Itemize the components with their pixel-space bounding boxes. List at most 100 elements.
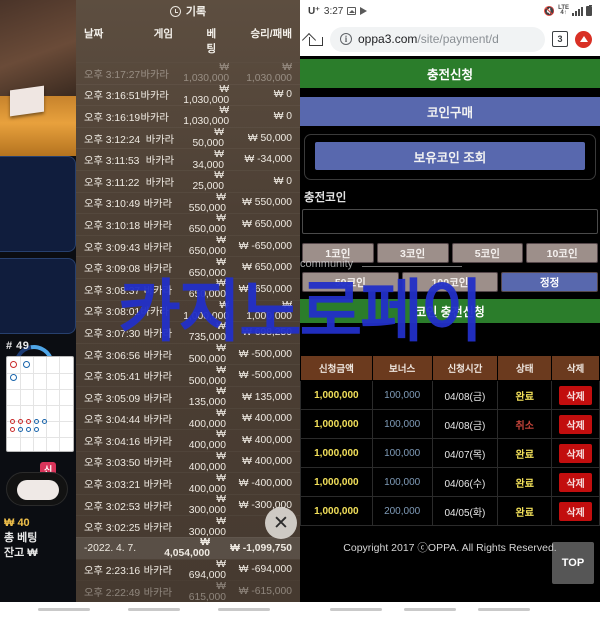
- recharge-request-button[interactable]: 충전신청: [300, 59, 600, 88]
- row-result: ₩ -650,000: [238, 240, 292, 252]
- chip-tray[interactable]: [6, 472, 68, 506]
- table-row[interactable]: 오후 3:09:08 바카라 ₩ 650,000 ₩ 650,000: [76, 256, 300, 279]
- requests-table-header: 신청금액 보너스 신청시간 상태 삭제: [300, 355, 600, 381]
- scroll-to-top-button[interactable]: TOP: [552, 542, 594, 584]
- summary-bet: ₩ 4,054,000: [164, 537, 210, 560]
- summary-row: -2022. 4. 7. ₩ 4,054,000 ₩ -1,099,750: [76, 537, 300, 559]
- table-row[interactable]: 오후 3:07:30 바카라 ₩ 735,000 ₩ 698,250: [76, 321, 300, 343]
- chip-100coin[interactable]: 100코인: [401, 272, 499, 292]
- table-row[interactable]: 오후 3:11:22 바카라 ₩ 25,000 ₩ 0: [76, 169, 300, 192]
- info-icon[interactable]: i: [340, 33, 352, 45]
- table-row[interactable]: 오후 3:16:51 바카라 ₩ 1,030,000 ₩ 0: [76, 83, 300, 106]
- omnibox[interactable]: i oppa3.com/site/payment/d: [330, 26, 545, 52]
- row-date: 오후 3:09:08: [84, 264, 141, 276]
- shoe-number: # 49: [6, 340, 30, 352]
- row-bet: ₩ 500,000: [188, 364, 226, 387]
- table-row: 1,000,000 100,000 04/07(목) 완료 삭제: [300, 438, 600, 468]
- row-date: 오후 3:16:51: [84, 91, 141, 103]
- url-path: /site/payment/d: [417, 32, 499, 46]
- row-date: 오후 3:10:49: [84, 199, 141, 211]
- tab-switcher-button[interactable]: 3: [552, 31, 568, 47]
- table-row[interactable]: 오후 2:23:16 바카라 ₩ 694,000 ₩ -694,000: [76, 558, 300, 581]
- row-result: ₩ 135,000: [242, 391, 292, 403]
- table-row[interactable]: 오후 3:04:44 바카라 ₩ 400,000 ₩ 400,000: [76, 407, 300, 430]
- row-game: 바카라: [143, 415, 173, 427]
- row-date: 오후 3:05:09: [84, 393, 141, 405]
- row-bet: ₩ 694,000: [188, 558, 226, 581]
- row-result: ₩ -694,000: [238, 564, 292, 576]
- row-result: ₩ -34,000: [244, 154, 292, 166]
- home-icon[interactable]: [308, 32, 323, 46]
- table-row[interactable]: 오후 3:04:16 바카라 ₩ 400,000 ₩ 400,000: [76, 429, 300, 451]
- cell-status: 완료: [497, 438, 553, 468]
- row-bet: ₩ 1,030,000: [183, 105, 230, 128]
- check-coins-button[interactable]: 보유코인 조회: [315, 142, 585, 170]
- chrome-menu-icon[interactable]: [575, 30, 592, 48]
- reset-button[interactable]: 정정: [501, 272, 599, 292]
- table-row[interactable]: 오후 3:09:43 바카라 ₩ 650,000 ₩ -650,000: [76, 234, 300, 257]
- table-row[interactable]: 오후 3:17:27 바카라 ₩ 1,030,000 ₩ 1,030,000: [76, 62, 300, 84]
- mute-icon: 🔇: [543, 5, 556, 16]
- row-game: 바카라: [140, 69, 169, 81]
- row-bet: ₩ 1,000,000: [183, 299, 230, 322]
- table-row[interactable]: 오후 3:10:49 바카라 ₩ 550,000 ₩ 550,000: [76, 191, 300, 214]
- table-row[interactable]: 오후 3:11:53 바카라 ₩ 34,000 ₩ -34,000: [76, 148, 300, 171]
- community-watermark-text: community: [300, 258, 463, 270]
- row-bet: ₩ 1,030,000: [183, 83, 230, 106]
- buy-coin-button[interactable]: 코인구매: [300, 97, 600, 126]
- table-row[interactable]: 오후 3:10:18 바카라 ₩ 650,000 ₩ 650,000: [76, 213, 300, 235]
- coin-recharge-request-button[interactable]: 코인 충전신청: [300, 299, 600, 323]
- chip-5coin[interactable]: 5코인: [451, 243, 524, 263]
- row-bet: ₩ 550,000: [188, 191, 226, 214]
- close-button[interactable]: ✕: [265, 507, 297, 539]
- table-row[interactable]: 오후 3:02:53 바카라 ₩ 300,000 ₩ -300,000: [76, 493, 300, 516]
- table-row[interactable]: 오후 3:16:19 바카라 ₩ 1,030,000 ₩ 0: [76, 105, 300, 127]
- cell-status: 완료: [497, 467, 553, 497]
- table-row[interactable]: 오후 2:22:49 바카라 ₩ 615,000 ₩ -615,000: [76, 580, 300, 602]
- delete-button[interactable]: 삭제: [559, 443, 592, 463]
- cell-amount: 1,000,000: [300, 496, 373, 526]
- row-bet: ₩ 300,000: [188, 515, 226, 538]
- row-game: 바카라: [145, 177, 175, 189]
- chip-10coin[interactable]: 10코인: [526, 243, 598, 263]
- row-game: 바카라: [143, 285, 173, 297]
- recharge-coin-label: 충전코인: [304, 192, 347, 204]
- row-result: ₩ 0: [273, 110, 292, 122]
- clock-icon: [169, 5, 181, 17]
- delete-button[interactable]: 삭제: [559, 501, 592, 521]
- table-row[interactable]: 오후 3:05:41 바카라 ₩ 500,000 ₩ -500,000: [76, 364, 300, 387]
- clock-time: 3:27: [323, 5, 344, 17]
- table-row[interactable]: 오후 3:08:37 바카라 ₩ 650,000 ₩ -650,000: [76, 277, 300, 300]
- requests-table: 신청금액 보너스 신청시간 상태 삭제 1,000,000 100,000 04/08(금)…: [300, 355, 600, 526]
- row-date: 오후 3:11:53: [84, 156, 140, 168]
- table-row: 1,000,000 100,000 04/08(금) 취소 삭제: [300, 409, 600, 439]
- card-deck-icon: [10, 85, 44, 117]
- delete-button[interactable]: 삭제: [559, 414, 592, 434]
- delete-button[interactable]: 삭제: [559, 385, 592, 405]
- table-row[interactable]: 오후 3:03:21 바카라 ₩ 400,000 ₩ -400,000: [76, 472, 300, 495]
- row-result: ₩ 698,250: [242, 326, 292, 338]
- delete-button[interactable]: 삭제: [559, 472, 592, 492]
- chip-3coin[interactable]: 3코인: [376, 243, 449, 263]
- cell-delete: 삭제: [551, 380, 600, 410]
- coin-amount-input[interactable]: [302, 209, 598, 234]
- chip-50coin[interactable]: 50코인: [302, 272, 399, 292]
- table-row[interactable]: 오후 3:03:50 바카라 ₩ 400,000 ₩ 400,000: [76, 450, 300, 473]
- row-game: 바카라: [140, 307, 169, 319]
- lte-icon: LTE 4↑: [558, 5, 569, 16]
- cell-bonus: 200,000: [371, 496, 433, 526]
- row-bet: ₩ 400,000: [188, 450, 226, 473]
- table-row[interactable]: 오후 3:12:24 바카라 ₩ 50,000 ₩ 50,000: [76, 126, 300, 149]
- row-result: ₩ 50,000: [247, 132, 292, 144]
- screenshot-root: 80% # 49: [0, 0, 600, 617]
- table-row[interactable]: 오후 3:06:56 바카라 ₩ 500,000 ₩ -500,000: [76, 342, 300, 366]
- table-row[interactable]: 오후 3:05:09 바카라 ₩ 135,000 ₩ 135,000: [76, 385, 300, 409]
- row-bet: ₩ 500,000: [188, 343, 226, 366]
- row-bet: ₩ 135,000: [188, 386, 226, 409]
- url-text: oppa3.com/site/payment/d: [358, 32, 499, 46]
- row-date: 오후 3:11:22: [84, 177, 140, 189]
- row-date: 오후 3:06:56: [84, 350, 141, 362]
- cell-bonus: 100,000: [371, 409, 433, 439]
- table-row[interactable]: 오후 3:08:01 바카라 ₩ 1,000,000 ₩ 1,000,000: [76, 299, 300, 322]
